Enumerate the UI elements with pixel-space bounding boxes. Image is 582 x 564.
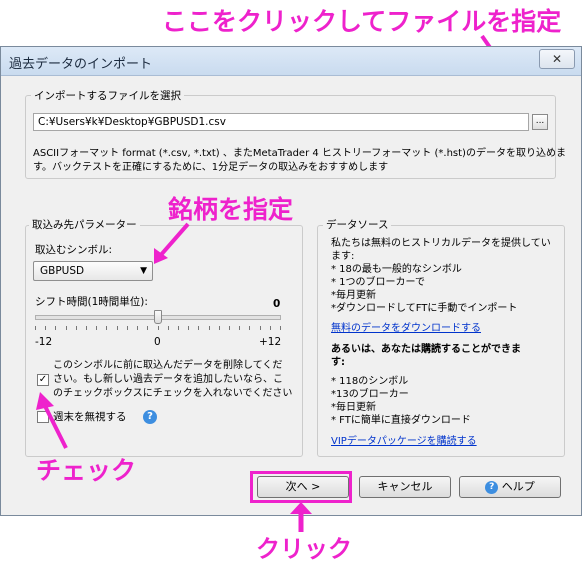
title-bar: 過去データのインポート ✕ bbox=[1, 47, 581, 76]
delete-data-label-1: このシンボルに前に取込んだデータを削除してくだ bbox=[53, 360, 283, 371]
slider-tick bbox=[188, 326, 190, 330]
symbol-select[interactable]: GBPUSD ▼ bbox=[33, 261, 153, 281]
annotation-check-text: チェック bbox=[36, 456, 137, 485]
free-item: *ダウンロードしてFTに手動でインポート bbox=[331, 303, 518, 314]
slider-tick bbox=[137, 326, 139, 330]
slider-ticks bbox=[35, 326, 281, 331]
import-dialog: 過去データのインポート ✕ インポートするファイルを選択 C:¥Users¥k¥… bbox=[0, 46, 582, 516]
file-format-description-2: す。バックテストを正確にするために、1分足データの取込みをおすすめします bbox=[33, 162, 389, 173]
slider-tick bbox=[249, 326, 251, 330]
file-path-input[interactable]: C:¥Users¥k¥Desktop¥GBPUSD1.csv bbox=[33, 113, 529, 131]
window-title: 過去データのインポート bbox=[9, 57, 153, 72]
shift-label: シフト時間(1時間単位): bbox=[35, 296, 148, 308]
free-item: *毎月更新 bbox=[331, 290, 376, 301]
help-icon[interactable]: ? bbox=[143, 410, 157, 424]
help-button-label: ヘルプ bbox=[501, 480, 535, 493]
slider-tick bbox=[147, 326, 149, 330]
paid-item: * FTに簡単に直接ダウンロード bbox=[331, 415, 471, 426]
paid-intro-2: す: bbox=[331, 357, 345, 368]
slider-tick bbox=[239, 326, 241, 330]
cancel-button[interactable]: キャンセル bbox=[359, 476, 451, 498]
slider-tick bbox=[65, 326, 67, 330]
free-data-link[interactable]: 無料のデータをダウンロードする bbox=[331, 322, 561, 335]
slider-tick bbox=[228, 326, 230, 330]
slider-tick bbox=[208, 326, 210, 330]
paid-item: * 118のシンボル bbox=[331, 376, 409, 387]
free-intro-1: 私たちは無料のヒストリカルデータを提供してい bbox=[331, 238, 551, 249]
close-icon: ✕ bbox=[551, 52, 563, 66]
shift-value: 0 bbox=[273, 298, 281, 310]
slider-tick bbox=[269, 326, 271, 330]
close-button[interactable]: ✕ bbox=[539, 49, 575, 69]
datasource-label: データソース bbox=[323, 217, 392, 232]
symbol-value: GBPUSD bbox=[40, 265, 85, 277]
slider-tick bbox=[198, 326, 200, 330]
shift-mid-label: 0 bbox=[154, 336, 161, 348]
slider-tick bbox=[116, 326, 118, 330]
delete-data-label-2: さい。もし新しい過去データを追加したいなら、こ bbox=[53, 374, 283, 385]
annotation-arrow-check bbox=[36, 392, 68, 449]
free-intro-2: ます: bbox=[331, 251, 355, 262]
file-select-label: インポートするファイルを選択 bbox=[31, 88, 184, 103]
free-item: * 18の最も一般的なシンボル bbox=[331, 264, 462, 275]
slider-tick bbox=[167, 326, 169, 330]
ellipsis-icon: ... bbox=[535, 116, 545, 126]
free-item: * 1つのブローカーで bbox=[331, 277, 425, 288]
slider-tick bbox=[157, 326, 159, 330]
file-format-description-1: ASCIIフォーマット format (*.csv, *.txt) 、またMet… bbox=[33, 148, 566, 159]
delete-data-label-3: のチェックボックスにチェックを入れないでください bbox=[53, 388, 293, 399]
shift-max-label: +12 bbox=[259, 336, 282, 348]
chevron-down-icon: ▼ bbox=[140, 266, 147, 276]
shift-min-label: -12 bbox=[35, 336, 53, 348]
paid-intro-1: あるいは、あなたは購読することができま bbox=[331, 344, 521, 355]
help-button[interactable]: ? ヘルプ bbox=[459, 476, 561, 498]
slider-tick bbox=[55, 326, 57, 330]
delete-data-checkbox[interactable]: ✓ bbox=[37, 374, 49, 386]
slider-tick bbox=[106, 326, 108, 330]
slider-tick bbox=[45, 326, 47, 330]
slider-tick bbox=[126, 326, 128, 330]
datasource-content: 私たちは無料のヒストリカルデータを提供してい ます: * 18の最も一般的なシン… bbox=[331, 237, 561, 448]
slider-tick bbox=[177, 326, 179, 330]
shift-slider-thumb[interactable] bbox=[154, 310, 162, 324]
vip-data-link[interactable]: VIPデータパッケージを購読する bbox=[331, 435, 561, 448]
slider-tick bbox=[259, 326, 261, 330]
annotation-arrow-symbol bbox=[154, 222, 190, 264]
slider-tick bbox=[218, 326, 220, 330]
paid-item: *毎日更新 bbox=[331, 402, 376, 413]
slider-tick bbox=[86, 326, 88, 330]
paid-item: *13のブローカー bbox=[331, 389, 409, 400]
slider-tick bbox=[75, 326, 77, 330]
slider-tick bbox=[35, 326, 36, 330]
symbol-label: 取込むシンボル: bbox=[35, 244, 113, 256]
annotation-click-text: クリック bbox=[256, 535, 352, 563]
slider-tick bbox=[96, 326, 98, 330]
browse-button[interactable]: ... bbox=[532, 114, 548, 130]
help-icon: ? bbox=[485, 480, 499, 494]
next-button-highlight bbox=[250, 471, 352, 503]
checkmark-icon: ✓ bbox=[38, 374, 48, 385]
slider-tick bbox=[280, 326, 281, 330]
import-params-label: 取込み先パラメーター bbox=[29, 217, 140, 232]
